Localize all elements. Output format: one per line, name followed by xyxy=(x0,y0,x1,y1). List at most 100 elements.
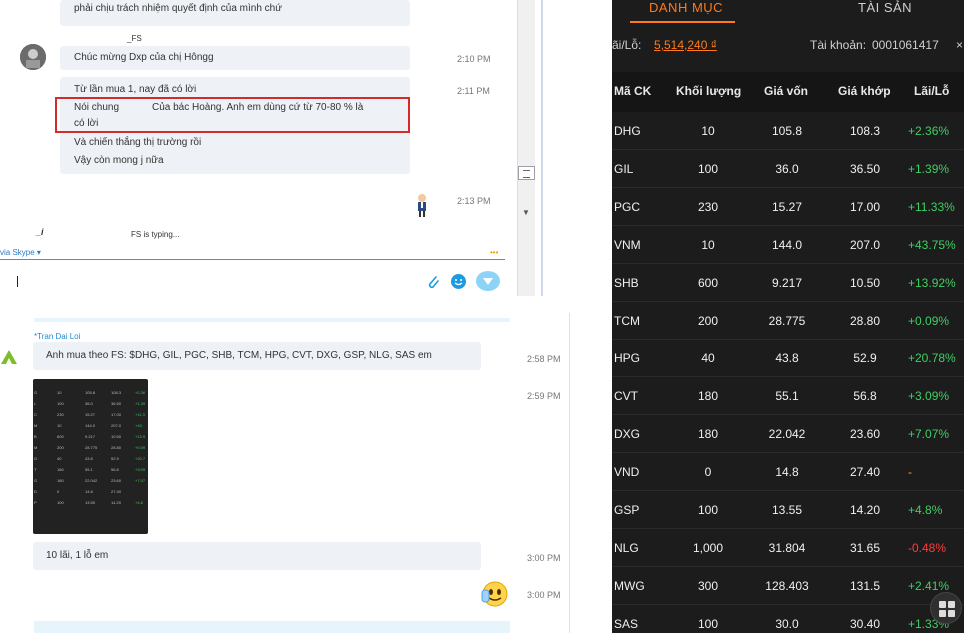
pl-label: ãi/Lỗ: xyxy=(612,38,642,52)
avatar[interactable] xyxy=(0,347,18,365)
sender-name: _FS xyxy=(127,34,142,43)
highlight-box xyxy=(55,97,410,133)
close-icon[interactable]: × xyxy=(956,38,963,52)
message-input[interactable] xyxy=(17,276,18,287)
cell-volume: 180 xyxy=(697,389,719,404)
screenshot-canvas: phải chịu trách nhiệm quyết định của mìn… xyxy=(0,0,964,633)
cell-volume: 10 xyxy=(701,124,715,138)
col-header-code: Mã CK xyxy=(614,84,652,98)
emoticon-sticker-icon xyxy=(480,580,510,608)
cell-volume: 200 xyxy=(697,313,719,328)
emoticon-man-icon xyxy=(414,193,430,217)
cell-volume: 230 xyxy=(697,199,719,214)
account-label: Tài khoản: xyxy=(810,38,867,52)
cell-pl: +20.78% xyxy=(908,351,956,366)
table-row[interactable]: GIL 100 36.0 36.50 +1.39% xyxy=(612,150,964,188)
cell-pl: +1.39% xyxy=(908,161,950,176)
chat-top-strip xyxy=(34,318,510,322)
scrollbar-grip-icon[interactable] xyxy=(518,166,535,180)
message-time: 2:59 PM xyxy=(527,391,561,401)
cell-pl: +0.09% xyxy=(908,313,950,328)
grid-menu-button[interactable] xyxy=(930,592,962,624)
cell-pl: +13.92% xyxy=(908,275,956,290)
table-row[interactable]: SHB 600 9.217 10.50 +13.92% xyxy=(612,264,964,302)
via-skype-dropdown[interactable]: via Skype ▾ xyxy=(0,248,41,257)
col-header-pl: Lãi/Lỗ xyxy=(914,84,950,98)
cell-match: 27.40 xyxy=(849,465,881,480)
attachment-icon[interactable] xyxy=(425,274,441,290)
emoticon-icon[interactable] xyxy=(450,273,467,290)
window-edge xyxy=(569,313,570,633)
table-row[interactable]: SAS 100 30.0 30.40 +1.33% xyxy=(612,605,964,633)
message-time: 3:00 PM xyxy=(527,590,561,600)
table-row[interactable]: PGC 230 15.27 17.00 +11.33% xyxy=(612,188,964,226)
cell-cost: 31.804 xyxy=(768,540,806,555)
cell-cost: 9.217 xyxy=(771,275,803,290)
avatar-image-icon xyxy=(20,44,46,70)
message-text: Anh mua theo FS: $DHG, GIL, PGC, SHB, TC… xyxy=(46,350,432,361)
cell-cost: 22.042 xyxy=(768,427,806,442)
cell-volume: 100 xyxy=(697,161,719,176)
cell-cost: 36.0 xyxy=(775,161,799,176)
cell-match: 10.50 xyxy=(849,275,881,290)
cell-cost: 105.8 xyxy=(771,124,803,138)
avatar[interactable] xyxy=(20,44,46,70)
cell-code: GIL xyxy=(614,161,634,176)
col-header-cost: Giá vốn xyxy=(764,84,809,98)
cell-match: 17.00 xyxy=(849,199,881,214)
cell-match: 131.5 xyxy=(849,578,881,593)
input-separator xyxy=(0,259,505,260)
cell-cost: 30.0 xyxy=(775,616,799,631)
table-row[interactable]: CVT 180 55.1 56.8 +3.09% xyxy=(612,377,964,416)
message-text: Vậy còn mong j nữa xyxy=(74,155,164,166)
table-row[interactable]: DXG 180 22.042 23.60 +7.07% xyxy=(612,415,964,454)
cell-volume: 300 xyxy=(697,578,719,593)
cell-match: 23.60 xyxy=(849,427,881,442)
message-bubble: 10 lãi, 1 lỗ em xyxy=(33,542,481,570)
cell-volume: 600 xyxy=(697,275,719,290)
table-row[interactable]: MWG 300 128.403 131.5 +2.41% xyxy=(612,567,964,605)
tab-tai-san[interactable]: TÀI SẢN xyxy=(858,0,912,22)
chat-bottom-strip xyxy=(34,621,510,633)
send-button[interactable] xyxy=(475,270,501,292)
col-header-volume: Khối lượng xyxy=(676,84,742,98)
table-row[interactable]: VND 0 14.8 27.40 - xyxy=(612,453,964,492)
cell-match: 108.3 xyxy=(849,124,881,138)
message-bubble: Chúc mừng Dxp của chị Hôngg xyxy=(60,46,410,70)
cell-match: 30.40 xyxy=(849,616,881,631)
pl-value: 5,514,240 ₫ xyxy=(654,38,717,52)
cell-code: MWG xyxy=(614,578,645,593)
table-row[interactable]: HPG 40 43.8 52.9 +20.78% xyxy=(612,339,964,378)
table-row[interactable]: VNM 10 144.0 207.0 +43.75% xyxy=(612,226,964,264)
active-tab-indicator xyxy=(630,21,735,23)
message-bubble: Anh mua theo FS: $DHG, GIL, PGC, SHB, TC… xyxy=(33,342,481,370)
message-time: 2:11 PM xyxy=(457,86,490,96)
grid-icon xyxy=(939,601,946,608)
cell-pl: -0.48% xyxy=(908,540,947,555)
chat-scrollbar[interactable]: ▼ xyxy=(517,0,535,296)
cell-cost: 43.8 xyxy=(775,351,799,366)
scroll-down-icon[interactable]: ▼ xyxy=(522,208,530,217)
message-time: 2:58 PM xyxy=(527,354,561,364)
table-header: Mã CK Khối lượng Giá vốn Giá khớp Lãi/Lỗ xyxy=(612,72,964,112)
cell-code: TCM xyxy=(614,313,640,328)
cell-pl: +2.41% xyxy=(908,578,950,593)
table-row[interactable]: DHG 10 105.8 108.3 +2.36% xyxy=(612,112,964,150)
cell-pl: +4.8% xyxy=(908,503,943,517)
cell-match: 52.9 xyxy=(853,351,877,366)
cell-cost: 55.1 xyxy=(775,389,799,404)
cell-code: DXG xyxy=(614,427,641,442)
more-options-icon[interactable]: ••• xyxy=(490,248,498,257)
cell-volume: 180 xyxy=(697,427,719,442)
cell-match: 207.0 xyxy=(849,237,881,252)
image-thumbnail[interactable]: G 10 105.8 108.3 +2.36 L 100 36.0 36.50 +1.39 C2… xyxy=(33,379,148,534)
tab-danh-muc[interactable]: DANH MỤC xyxy=(649,0,723,22)
table-row[interactable]: GSP 100 13.55 14.20 +4.8% xyxy=(612,491,964,529)
table-row[interactable]: TCM 200 28.775 28.80 +0.09% xyxy=(612,302,964,340)
portfolio-tabs: DANH MỤC TÀI SẢN xyxy=(612,0,964,23)
table-row[interactable]: NLG 1,000 31.804 31.65 -0.48% xyxy=(612,529,964,567)
portfolio-panel: DANH MỤC TÀI SẢN ãi/Lỗ: 5,514,240 ₫ Tài … xyxy=(612,0,964,633)
cell-match: 36.50 xyxy=(849,161,881,176)
window-divider xyxy=(535,0,609,296)
cell-volume: 100 xyxy=(697,503,719,517)
